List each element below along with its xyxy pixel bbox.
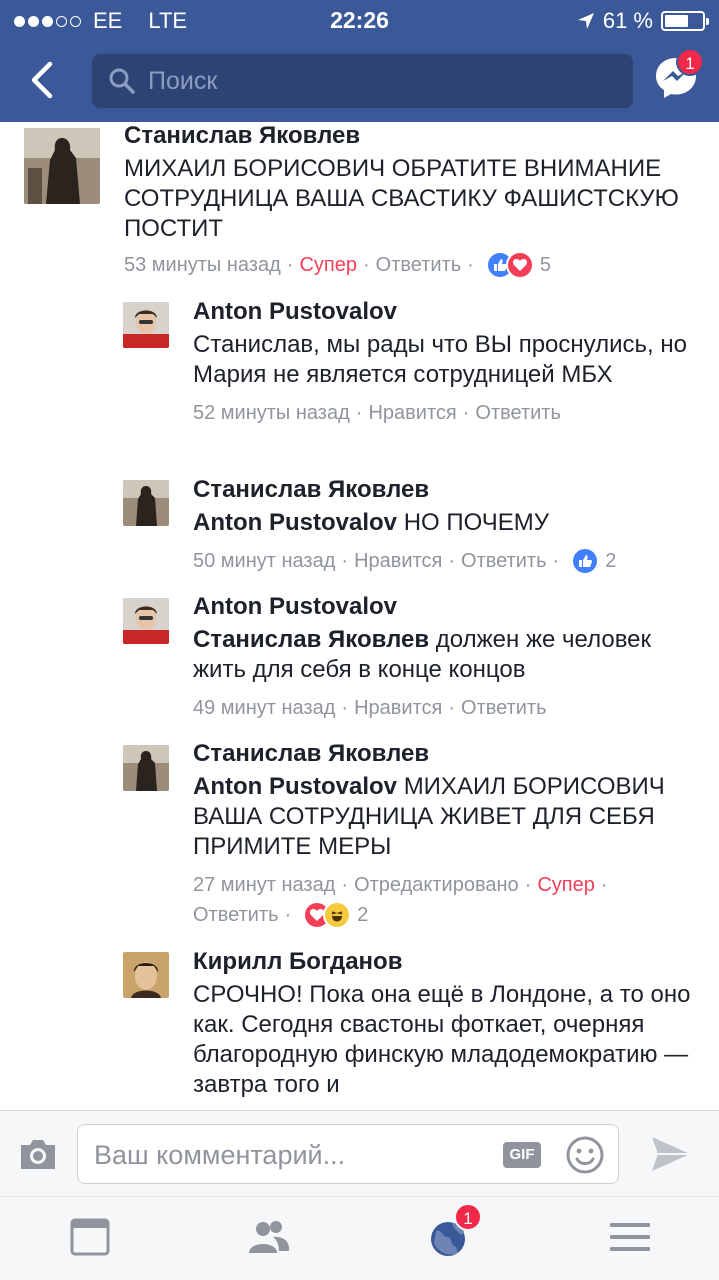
back-arrow-icon[interactable] (24, 60, 64, 100)
location-arrow-icon (577, 13, 594, 29)
comment-time[interactable]: 27 минут назад (193, 870, 335, 900)
comment-author[interactable]: Кирилл Богданов (193, 948, 703, 976)
comment-meta: 52 минуты назад · Нравится · Ответить (193, 398, 693, 428)
statue-photo-icon (123, 745, 169, 791)
messenger-badge: 1 (676, 48, 704, 76)
notifications-badge: 1 (454, 1203, 482, 1231)
edited-label[interactable]: Отредактировано (354, 870, 519, 900)
avatar[interactable] (123, 745, 169, 791)
avatar[interactable] (123, 598, 169, 644)
love-reaction-icon (505, 251, 534, 279)
comment-time[interactable]: 53 минуты назад (124, 250, 281, 280)
tab-friend-requests[interactable] (247, 1217, 291, 1257)
tab-news-feed[interactable] (68, 1217, 112, 1257)
person-photo-icon (123, 302, 169, 348)
comment-author[interactable]: Станислав Яковлев (124, 122, 694, 150)
reactions-summary[interactable]: 5 (485, 250, 551, 280)
comment-composer: GIF (0, 1110, 719, 1196)
navigation-bar: 1 (0, 40, 719, 122)
comment-meta: 49 минут назад · Нравится · Ответить (193, 693, 703, 723)
comment-input[interactable] (94, 1137, 494, 1173)
comment-meta: 50 минут назад · Нравится · Ответить · 2 (193, 546, 693, 576)
search-bar[interactable] (92, 54, 633, 108)
like-link[interactable]: Нравится (368, 398, 456, 428)
comment-time[interactable]: 52 минуты назад (193, 398, 350, 428)
mention-link[interactable]: Anton Pustovalov (193, 509, 397, 536)
comment-meta: 53 минуты назад · Супер · Ответить · 5 (124, 250, 694, 280)
status-bar: EE LTE 22:26 61 % (0, 0, 719, 40)
top-bar: EE LTE 22:26 61 % 1 (0, 0, 719, 122)
reply-link[interactable]: Ответить (376, 250, 462, 280)
avatar[interactable] (24, 128, 100, 204)
reactions-summary[interactable]: 2 (303, 900, 368, 930)
comment-author[interactable]: Станислав Яковлев (193, 740, 693, 768)
reaction-count: 2 (605, 550, 617, 572)
comment-text: СРОЧНО! Пока она ещё в Лондоне, а то оно… (193, 981, 691, 1098)
reaction-label[interactable]: Супер (299, 250, 357, 280)
battery-percent: 61 % (602, 8, 653, 33)
sticker-smiley-icon[interactable] (565, 1135, 605, 1175)
gif-button[interactable]: GIF (503, 1142, 541, 1168)
tab-bar: 1 (0, 1196, 719, 1280)
reply-link[interactable]: Ответить (475, 398, 561, 428)
reactions-summary[interactable]: 2 (571, 546, 616, 576)
battery-icon (661, 11, 709, 31)
comment-text-row: Anton Pustovalov НО ПОЧЕМУ (193, 508, 693, 538)
like-link[interactable]: Нравится (354, 546, 442, 576)
reaction-label[interactable]: Супер (537, 870, 595, 900)
avatar[interactable] (123, 480, 169, 526)
reaction-count: 2 (357, 904, 369, 926)
reaction-count: 5 (539, 254, 551, 276)
search-input[interactable] (148, 66, 588, 96)
camera-icon[interactable] (18, 1137, 58, 1171)
tab-menu[interactable] (608, 1217, 652, 1257)
comment-text-row: Anton Pustovalov МИХАИЛ БОРИСОВИЧ ВАША С… (193, 772, 693, 862)
haha-reaction-icon (323, 901, 352, 929)
person-photo-icon (123, 598, 169, 644)
comment-author[interactable]: Anton Pustovalov (193, 298, 693, 326)
avatar[interactable] (123, 302, 169, 348)
comment-author[interactable]: Станислав Яковлев (193, 476, 693, 504)
messenger-button[interactable]: 1 (652, 48, 704, 102)
comment-input-box[interactable]: GIF (77, 1124, 619, 1184)
tab-notifications[interactable]: 1 (428, 1203, 482, 1257)
comment-time[interactable]: 50 минут назад (193, 546, 335, 576)
like-reaction-icon (571, 547, 600, 575)
comments-list: Станислав Яковлев МИХАИЛ БОРИСОВИЧ ОБРАТ… (0, 122, 719, 1110)
mention-link[interactable]: Станислав Яковлев (193, 626, 429, 653)
statue-photo-icon (24, 128, 100, 204)
reply-link[interactable]: Ответить (461, 546, 547, 576)
comment-time[interactable]: 49 минут назад (193, 693, 335, 723)
avatar[interactable] (123, 952, 169, 998)
statue-photo-icon (123, 480, 169, 526)
comment-text: НО ПОЧЕМУ (403, 509, 549, 536)
search-icon (109, 68, 135, 94)
mention-link[interactable]: Anton Pustovalov (193, 773, 397, 800)
like-link[interactable]: Нравится (354, 693, 442, 723)
reply-link[interactable]: Ответить (193, 900, 279, 930)
person-drawing-icon (123, 952, 169, 998)
comment-text: Станислав, мы рады что ВЫ проснулись, но… (193, 331, 687, 388)
reply-link[interactable]: Ответить (461, 693, 547, 723)
comment-author[interactable]: Anton Pustovalov (193, 593, 703, 621)
comment-text: МИХАИЛ БОРИСОВИЧ ОБРАТИТЕ ВНИМАНИЕ СОТРУ… (124, 155, 679, 242)
comment-meta: 27 минут назад · Отредактировано · Супер… (193, 870, 693, 930)
comment-text-row: Станислав Яковлев должен же человек жить… (193, 625, 703, 685)
send-icon[interactable] (650, 1135, 692, 1173)
